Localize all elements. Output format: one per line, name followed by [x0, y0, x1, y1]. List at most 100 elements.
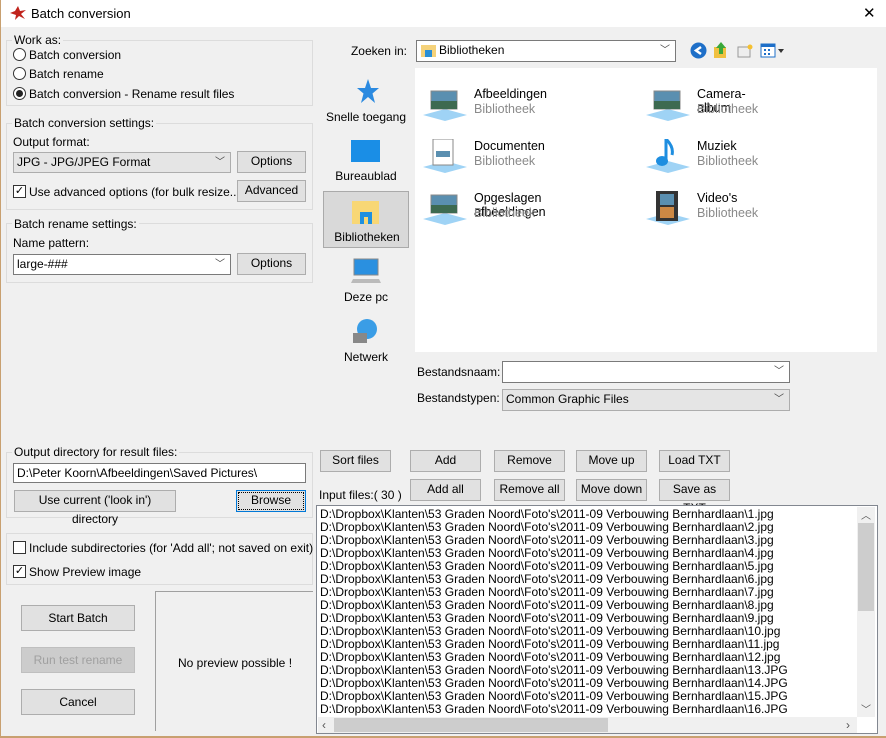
scroll-left-icon[interactable]: ‹: [322, 718, 326, 732]
pictures-library-icon: [423, 194, 467, 225]
add-button[interactable]: Add: [410, 450, 481, 472]
use-current-directory-button[interactable]: Use current ('look in') directory: [14, 490, 176, 526]
new-folder-icon[interactable]: [737, 43, 754, 58]
chevron-down-icon: ﹀: [215, 157, 225, 168]
input-files-count: Input files:( 30 ): [319, 488, 402, 502]
add-all-button[interactable]: Add all: [410, 479, 481, 501]
pictures-library-icon: [423, 90, 467, 121]
radio-batch-rename[interactable]: [13, 67, 26, 80]
scroll-up-icon[interactable]: ︿: [861, 507, 871, 522]
remove-all-button[interactable]: Remove all: [494, 479, 565, 501]
library-folder-icon: [421, 45, 436, 57]
input-files-list[interactable]: D:\Dropbox\Klanten\53 Graden Noord\Foto'…: [316, 505, 878, 734]
place-label: Netwerk: [343, 350, 388, 364]
move-up-button[interactable]: Move up: [576, 450, 647, 472]
pattern-label: Name pattern:: [13, 236, 90, 250]
item-type: Bibliotheek: [697, 206, 759, 220]
load-txt-button[interactable]: Load TXT: [659, 450, 730, 472]
videos-library-icon: [646, 191, 690, 225]
horizontal-scroll-thumb[interactable]: [334, 718, 608, 732]
item-name: Documenten: [474, 139, 545, 153]
look-in-combo[interactable]: Bibliotheken ﹀: [416, 40, 676, 62]
back-icon[interactable]: [690, 42, 707, 59]
item-name: Video's: [697, 191, 738, 205]
vertical-scroll-thumb[interactable]: [858, 523, 874, 611]
combo-value: Bibliotheken: [439, 43, 505, 57]
chevron-down-icon: ﹀: [774, 366, 784, 377]
place-label: Bibliotheken: [334, 230, 400, 244]
filename-combo[interactable]: ﹀: [502, 361, 790, 383]
radio-conversion-rename[interactable]: [13, 87, 26, 100]
select-value: Common Graphic Files: [506, 392, 629, 406]
show-preview-checkbox[interactable]: ✓: [13, 565, 26, 578]
conversion-label: Batch conversion settings:: [12, 116, 157, 130]
select-value: JPG - JPG/JPEG Format: [17, 155, 151, 169]
radio-label: Batch conversion - Rename result files: [29, 87, 235, 101]
move-down-button[interactable]: Move down: [576, 479, 647, 501]
chevron-down-icon: ﹀: [774, 394, 784, 405]
output-directory-input[interactable]: D:\Peter Koorn\Afbeeldingen\Saved Pictur…: [13, 463, 306, 483]
scroll-right-icon[interactable]: ›: [846, 718, 850, 732]
advanced-checkbox[interactable]: ✓: [13, 185, 26, 198]
show-preview-label: Show Preview image: [29, 565, 142, 579]
place-snelle-toegang[interactable]: Snelle toegang: [323, 76, 409, 128]
place-deze-pc[interactable]: Deze pc: [323, 256, 409, 308]
radio-batch-conversion[interactable]: [13, 48, 26, 61]
network-icon: [353, 319, 377, 343]
desktop-icon: [351, 140, 380, 162]
filetype-label: Bestandstypen:: [417, 391, 500, 405]
computer-icon: [351, 258, 381, 283]
close-button[interactable]: ✕: [863, 4, 876, 22]
advanced-label: Use advanced options (for bulk resize...…: [29, 185, 244, 199]
up-folder-icon[interactable]: [713, 41, 729, 59]
run-test-rename-button[interactable]: Run test rename: [21, 647, 135, 673]
cancel-button[interactable]: Cancel: [21, 689, 135, 715]
place-bureaublad[interactable]: Bureaublad: [323, 136, 409, 188]
radio-label: Batch rename: [29, 67, 104, 81]
sort-files-button[interactable]: Sort files: [320, 450, 391, 472]
horizontal-scrollbar[interactable]: ‹ ›: [318, 717, 857, 733]
item-type: Bibliotheek: [474, 206, 536, 220]
app-icon: [10, 6, 26, 20]
place-label: Bureaublad: [335, 169, 397, 183]
save-as-txt-button[interactable]: Save as TXT: [659, 479, 730, 515]
place-label: Snelle toegang: [325, 110, 407, 124]
place-bibliotheken[interactable]: Bibliotheken: [323, 191, 409, 248]
chevron-down-icon: ﹀: [660, 45, 670, 56]
rename-label: Batch rename settings:: [12, 217, 139, 231]
chevron-down-icon: ﹀: [215, 259, 225, 270]
format-label: Output format:: [13, 135, 90, 149]
title-bar: Batch conversion ✕: [1, 0, 886, 27]
item-type: Bibliotheek: [474, 102, 536, 116]
start-batch-button[interactable]: Start Batch: [21, 605, 135, 631]
preview-text: No preview possible !: [177, 656, 293, 670]
browse-button[interactable]: Browse: [236, 490, 306, 512]
remove-button[interactable]: Remove: [494, 450, 565, 472]
work-as-label: Work as:: [12, 33, 64, 47]
view-menu-icon[interactable]: [760, 43, 786, 58]
place-netwerk[interactable]: Netwerk: [323, 316, 409, 368]
filename-label: Bestandsnaam:: [417, 365, 501, 379]
rename-options-button[interactable]: Options: [237, 253, 306, 275]
format-options-button[interactable]: Options: [237, 151, 306, 173]
documents-library-icon: [423, 139, 467, 173]
pictures-library-icon: [646, 90, 690, 121]
star-icon: [357, 79, 379, 103]
item-type: Bibliotheek: [697, 154, 759, 168]
vertical-scrollbar[interactable]: ︿ ﹀: [857, 507, 875, 717]
music-library-icon: [646, 139, 690, 173]
advanced-button[interactable]: Advanced: [237, 180, 306, 202]
item-name: Afbeeldingen: [474, 87, 547, 101]
name-pattern-combo[interactable]: large-### ﹀: [13, 254, 231, 275]
output-label: Output directory for result files:: [12, 445, 180, 459]
window-title: Batch conversion: [31, 6, 131, 21]
item-type: Bibliotheek: [697, 102, 759, 116]
look-in-label: Zoeken in:: [350, 44, 407, 58]
output-format-select[interactable]: JPG - JPG/JPEG Format ﹀: [13, 152, 231, 173]
combo-value: large-###: [17, 257, 68, 271]
list-item[interactable]: D:\Dropbox\Klanten\53 Graden Noord\Foto'…: [320, 703, 788, 716]
item-name: Muziek: [697, 139, 737, 153]
scroll-down-icon[interactable]: ﹀: [861, 701, 871, 716]
filetype-select[interactable]: Common Graphic Files ﹀: [502, 389, 790, 411]
include-subdirectories-checkbox[interactable]: [13, 541, 26, 554]
